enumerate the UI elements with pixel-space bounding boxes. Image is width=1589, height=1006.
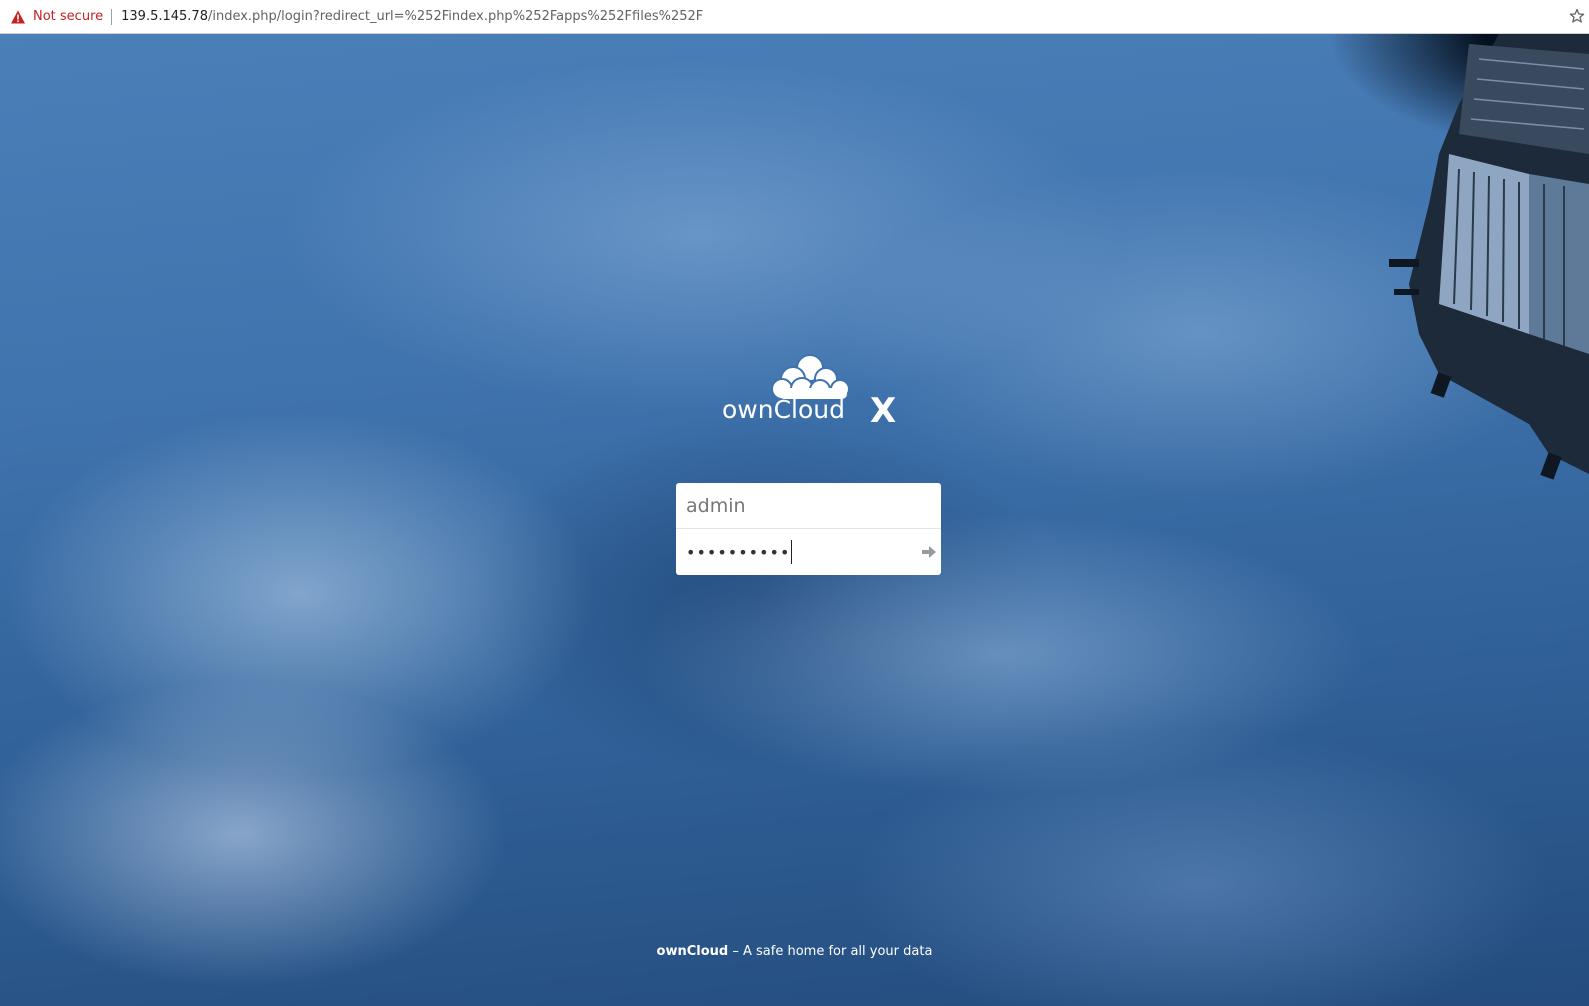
url-path[interactable]: /index.php/login?redirect_url=%252Findex…	[208, 9, 703, 24]
browser-address-bar[interactable]: Not secure 139.5.145.78 /index.php/login…	[0, 0, 1589, 34]
text-caret	[791, 540, 793, 564]
password-mask: ••••••••••	[686, 542, 791, 562]
address-divider	[111, 8, 113, 25]
logo-wordmark: ownCloud	[722, 395, 845, 424]
arrow-right-icon[interactable]	[921, 544, 937, 560]
star-icon[interactable]	[1569, 8, 1585, 24]
warning-triangle-icon	[11, 10, 25, 23]
footer-brand[interactable]: ownCloud	[657, 944, 729, 959]
owncloud-logo: ownCloud X	[722, 354, 896, 426]
password-field[interactable]: ••••••••••	[676, 529, 941, 575]
login-page-background: ownCloud X •••••••••• ownCloud – A safe …	[0, 34, 1589, 1006]
username-field[interactable]	[676, 483, 941, 529]
footer-tagline: ownCloud – A safe home for all your data	[0, 944, 1589, 959]
login-form: ••••••••••	[676, 483, 941, 575]
cloud-logo-icon	[771, 354, 850, 401]
not-secure-label[interactable]: Not secure	[33, 9, 103, 24]
satellite-image	[1389, 34, 1589, 480]
footer-text: – A safe home for all your data	[728, 944, 933, 959]
url-host[interactable]: 139.5.145.78	[121, 9, 208, 24]
logo-x-mark: X	[870, 391, 896, 426]
